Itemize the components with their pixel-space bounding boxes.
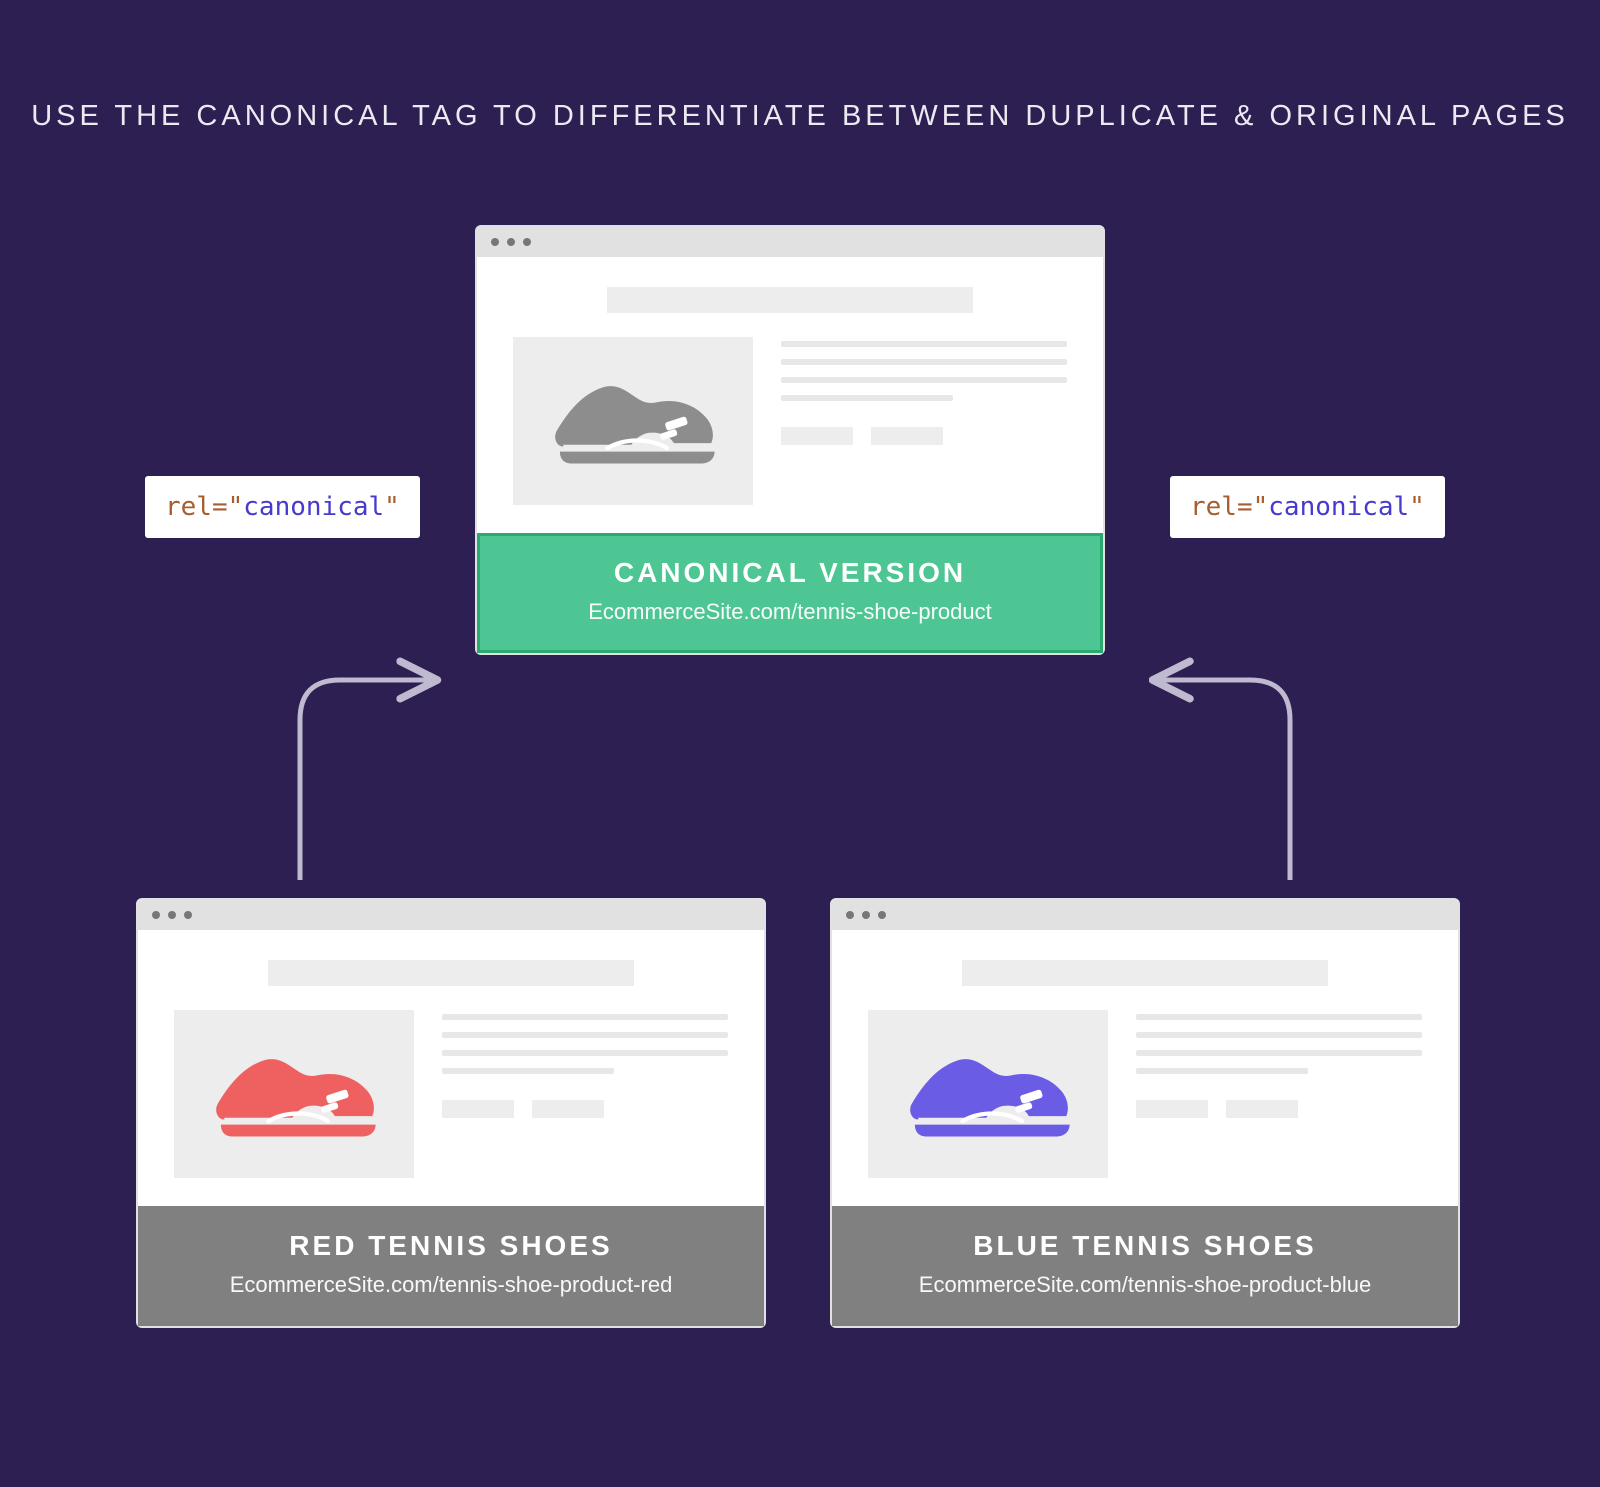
browser-variant-red: RED TENNIS SHOES EcommerceSite.com/tenni… (136, 898, 766, 1328)
window-dot-icon (491, 238, 499, 246)
window-dot-icon (523, 238, 531, 246)
shoe-icon (548, 346, 718, 496)
code-value: canonical (1268, 492, 1409, 522)
placeholder-line (442, 1068, 614, 1074)
placeholder-line (781, 395, 953, 401)
placeholder-line (442, 1014, 728, 1020)
placeholder-bar (781, 427, 853, 445)
code-attr: rel= (165, 492, 228, 522)
window-titlebar (477, 227, 1103, 257)
code-quote: " (1253, 492, 1269, 522)
product-image-placeholder (174, 1010, 414, 1178)
window-titlebar (138, 900, 764, 930)
variant-url: EcommerceSite.com/tennis-shoe-product-re… (154, 1272, 748, 1298)
placeholder-line (442, 1032, 728, 1038)
shoe-icon (209, 1019, 379, 1169)
window-dot-icon (168, 911, 176, 919)
browser-canonical: CANONICAL VERSION EcommerceSite.com/tenn… (475, 225, 1105, 655)
window-titlebar (832, 900, 1458, 930)
shoe-icon (903, 1019, 1073, 1169)
placeholder-bar (268, 960, 634, 986)
window-dot-icon (152, 911, 160, 919)
variant-url: EcommerceSite.com/tennis-shoe-product-bl… (848, 1272, 1442, 1298)
placeholder-bar (607, 287, 973, 313)
placeholder-bar (1226, 1100, 1298, 1118)
placeholder-bar (532, 1100, 604, 1118)
placeholder-bar (962, 960, 1328, 986)
placeholder-line (781, 377, 1067, 383)
placeholder-bar (442, 1100, 514, 1118)
placeholder-line (781, 359, 1067, 365)
variant-heading: RED TENNIS SHOES (154, 1230, 748, 1262)
placeholder-line (1136, 1032, 1422, 1038)
product-image-placeholder (868, 1010, 1108, 1178)
window-dot-icon (507, 238, 515, 246)
canonical-heading: CANONICAL VERSION (493, 557, 1087, 589)
window-dot-icon (184, 911, 192, 919)
placeholder-line (1136, 1014, 1422, 1020)
placeholder-line (781, 341, 1067, 347)
placeholder-bar (1136, 1100, 1208, 1118)
product-image-placeholder (513, 337, 753, 505)
code-tag-left: rel="canonical" (145, 476, 420, 538)
browser-variant-blue: BLUE TENNIS SHOES EcommerceSite.com/tenn… (830, 898, 1460, 1328)
variant-heading: BLUE TENNIS SHOES (848, 1230, 1442, 1262)
code-quote: " (228, 492, 244, 522)
variant-footer: RED TENNIS SHOES EcommerceSite.com/tenni… (138, 1206, 764, 1326)
canonical-footer: CANONICAL VERSION EcommerceSite.com/tenn… (477, 533, 1103, 653)
placeholder-line (1136, 1068, 1308, 1074)
window-dot-icon (846, 911, 854, 919)
code-quote: " (1409, 492, 1425, 522)
window-dot-icon (862, 911, 870, 919)
code-attr: rel= (1190, 492, 1253, 522)
variant-footer: BLUE TENNIS SHOES EcommerceSite.com/tenn… (832, 1206, 1458, 1326)
code-tag-right: rel="canonical" (1170, 476, 1445, 538)
placeholder-bar (871, 427, 943, 445)
placeholder-line (442, 1050, 728, 1056)
window-dot-icon (878, 911, 886, 919)
code-quote: " (384, 492, 400, 522)
placeholder-line (1136, 1050, 1422, 1056)
canonical-url: EcommerceSite.com/tennis-shoe-product (493, 599, 1087, 625)
page-title: USE THE CANONICAL TAG TO DIFFERENTIATE B… (0, 100, 1600, 133)
code-value: canonical (243, 492, 384, 522)
